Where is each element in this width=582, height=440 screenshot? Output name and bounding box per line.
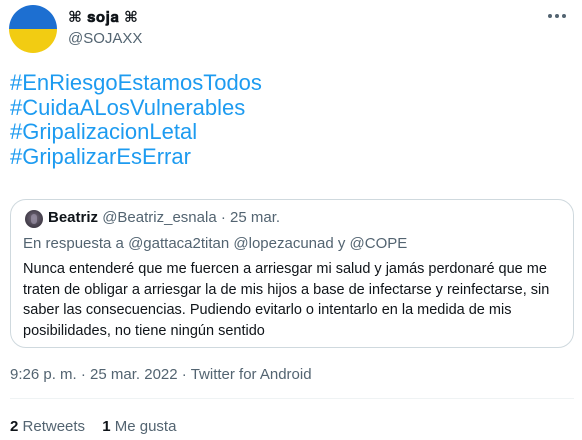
reply-prefix: En respuesta a — [23, 235, 124, 252]
stats-divider — [10, 398, 574, 399]
likes-count: 1 — [102, 418, 111, 435]
hashtag-link[interactable]: #EnRiesgoEstamosTodos — [10, 70, 262, 96]
quoted-reply-context: En respuesta a @gattaca2titan @lopezacun… — [23, 235, 407, 252]
avatar-flag-blue — [9, 5, 57, 29]
quoted-separator: · — [220, 209, 226, 226]
more-horizontal-icon-dot — [562, 14, 566, 18]
author-handle[interactable]: @SOJAXX — [68, 30, 142, 47]
reply-conjunction: y — [337, 235, 346, 252]
tweet-date: 25 mar. 2022 — [90, 366, 178, 383]
retweets-label: Retweets — [22, 418, 86, 435]
hashtag-link[interactable]: #GripalizacionLetal — [10, 119, 262, 145]
hashtag-link[interactable]: #CuidaALosVulnerables — [10, 95, 262, 121]
tweet-text: #EnRiesgoEstamosTodos #CuidaALosVulnerab… — [10, 70, 262, 170]
more-horizontal-icon — [548, 14, 552, 18]
retweets-stat[interactable]: 2 Retweets — [10, 418, 85, 435]
tweet-source-link[interactable]: Twitter for Android — [191, 366, 312, 383]
tweet-time-link[interactable]: 9:26 p. m. · 25 mar. 2022 — [10, 366, 178, 383]
quoted-author-handle: @Beatriz_esnala — [102, 209, 217, 226]
likes-stat[interactable]: 1 Me gusta — [102, 418, 176, 435]
retweets-count: 2 — [10, 418, 19, 435]
avatar-flag-yellow — [9, 29, 57, 53]
tweet-time: 9:26 p. m. — [10, 366, 77, 383]
reply-mention[interactable]: @lopezacunad — [233, 235, 333, 252]
quoted-tweet-text: Nunca entenderé que me fuercen a arriesg… — [23, 261, 550, 339]
reply-mention[interactable]: @gattaca2titan — [128, 235, 229, 252]
more-horizontal-icon-dot — [555, 14, 559, 18]
quoted-author-avatar — [25, 210, 43, 228]
quoted-author-name: Beatriz — [48, 209, 99, 226]
time-separator: · — [80, 366, 86, 383]
author-avatar[interactable] — [9, 5, 57, 53]
quoted-date: 25 mar. — [230, 209, 281, 226]
tweet-stats: 2 Retweets 1 Me gusta — [10, 418, 189, 435]
likes-label: Me gusta — [114, 418, 177, 435]
tweet-metadata: 9:26 p. m. · 25 mar. 2022 · Twitter for … — [10, 366, 312, 383]
hashtag-link[interactable]: #GripalizarEsErrar — [10, 144, 262, 170]
quoted-tweet-header: Beatriz @Beatriz_esnala · 25 mar. — [48, 209, 280, 226]
author-display-name[interactable]: ⌘ 𝐬𝐨𝐣𝐚 ⌘ — [68, 8, 138, 26]
source-separator: · — [181, 366, 187, 383]
more-options-button[interactable] — [540, 6, 574, 26]
quoted-tweet-card[interactable]: Beatriz @Beatriz_esnala · 25 mar. En res… — [10, 199, 574, 348]
reply-mention[interactable]: @COPE — [350, 235, 408, 252]
